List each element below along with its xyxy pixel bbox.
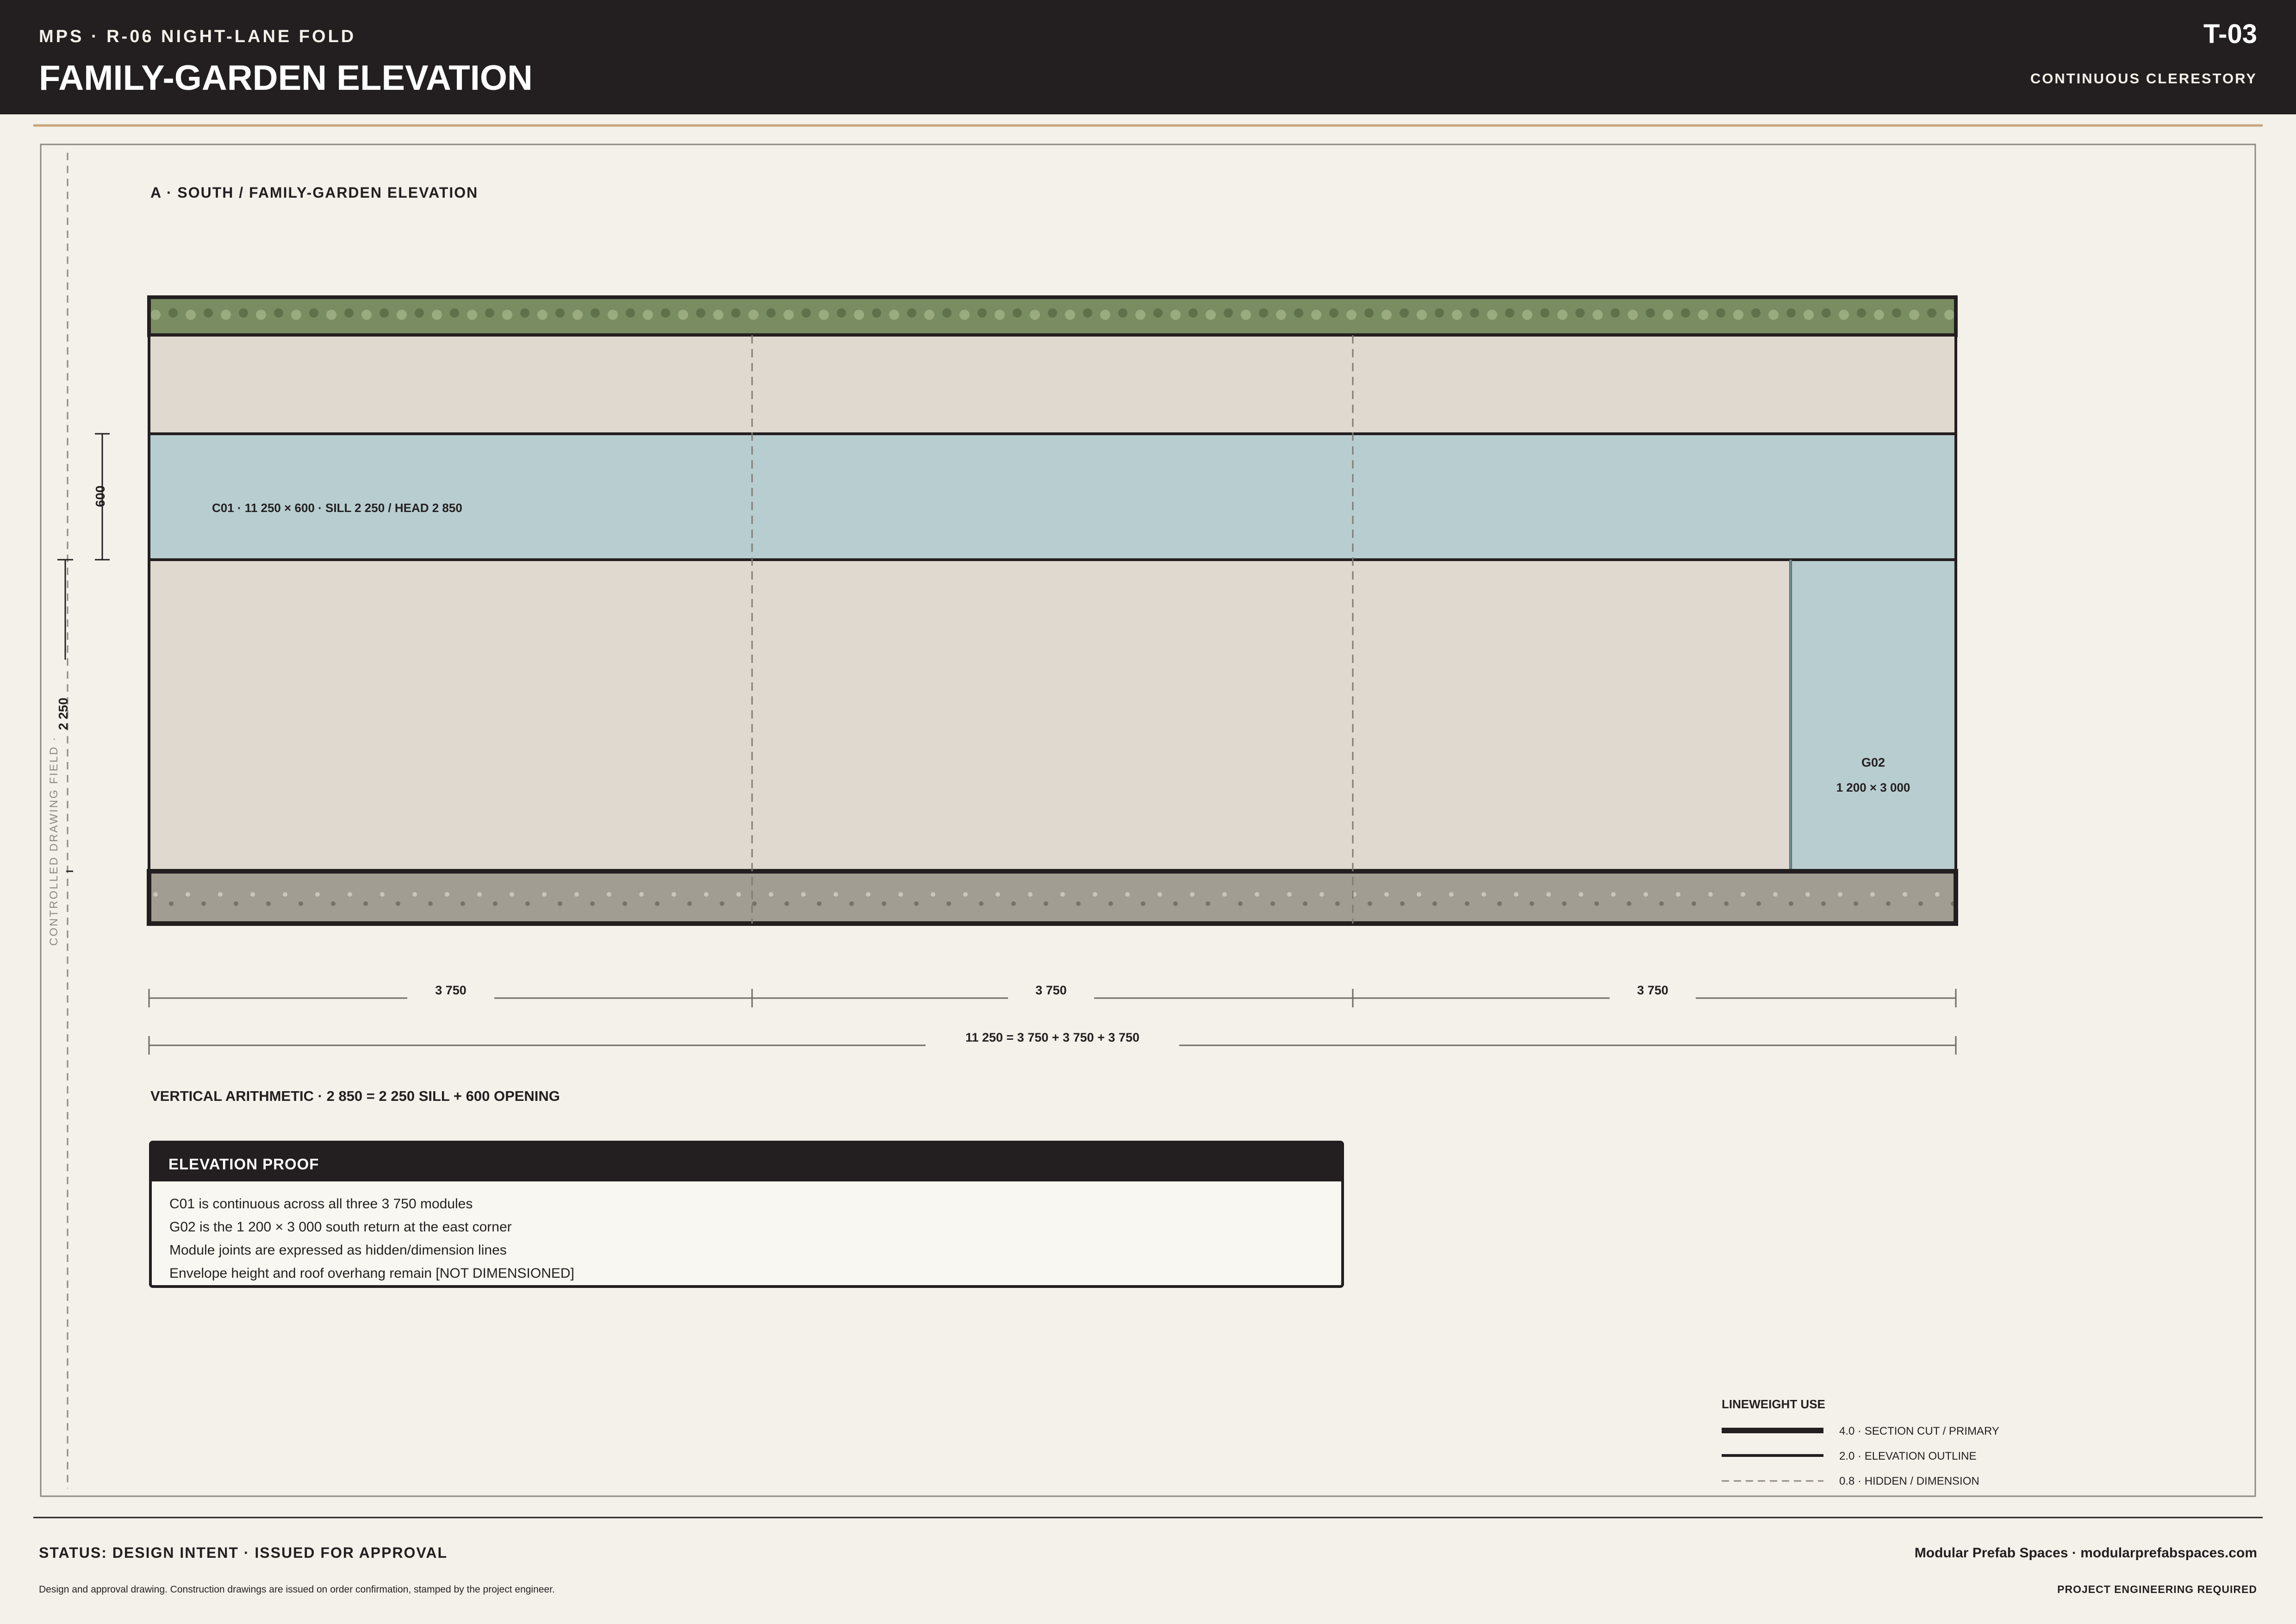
footer-note: Design and approval drawing. Constructio… (39, 1584, 555, 1595)
vertical-arithmetic-note: VERTICAL ARITHMETIC · 2 850 = 2 250 SILL… (150, 1088, 560, 1104)
elevation-proof-header: ELEVATION PROOF (152, 1143, 1341, 1181)
elevation-proof-box: ELEVATION PROOF C01 is continuous across… (149, 1141, 1344, 1288)
proof-line: G02 is the 1 200 × 3 000 south return at… (169, 1219, 512, 1235)
elevation-proof-title: ELEVATION PROOF (168, 1156, 319, 1173)
module-dimension-1: 3 750 (435, 983, 467, 997)
dimension-2250-label: 2 250 (56, 697, 70, 731)
green-roof-texture (149, 297, 1956, 335)
g02-size-label: 1 200 × 3 000 (1836, 781, 1910, 794)
legend-title: LINEWEIGHT USE (1722, 1397, 1825, 1411)
legend-item-hidden: 0.8 · HIDDEN / DIMENSION (1839, 1475, 1979, 1487)
drawing-canvas (33, 124, 2263, 1518)
glazing-g02 (1789, 558, 1957, 873)
module-dimension-3: 3 750 (1637, 983, 1668, 997)
dimension-600-label: 600 (93, 485, 107, 507)
status-line: STATUS: DESIGN INTENT · ISSUED FOR APPRO… (39, 1544, 448, 1561)
proof-line: Module joints are expressed as hidden/di… (169, 1243, 507, 1258)
clerestory-c01 (148, 432, 1957, 561)
engineering-note: PROJECT ENGINEERING REQUIRED (2057, 1583, 2257, 1595)
section-title: A · SOUTH / FAMILY-GARDEN ELEVATION (150, 184, 479, 201)
clerestory-label: C01 · 11 250 × 600 · SILL 2 250 / HEAD 2… (212, 501, 462, 515)
controlled-field-label: CONTROLLED DRAWING FIELD · (48, 736, 66, 946)
legend-item-primary: 4.0 · SECTION CUT / PRIMARY (1839, 1425, 1999, 1437)
proof-line: C01 is continuous across all three 3 750… (169, 1196, 473, 1212)
total-dimension-label: 11 250 = 3 750 + 3 750 + 3 750 (965, 1031, 1140, 1044)
legend-item-outline: 2.0 · ELEVATION OUTLINE (1839, 1450, 1977, 1462)
g02-label: G02 (1861, 756, 1885, 769)
upper-wall-band (148, 334, 1957, 435)
proof-line: Envelope height and roof overhang remain… (169, 1266, 574, 1281)
company-line: Modular Prefab Spaces · modularprefabspa… (1914, 1545, 2257, 1561)
plinth-texture (149, 871, 1956, 924)
module-dimension-2: 3 750 (1035, 983, 1067, 997)
lower-wall (148, 558, 1792, 873)
